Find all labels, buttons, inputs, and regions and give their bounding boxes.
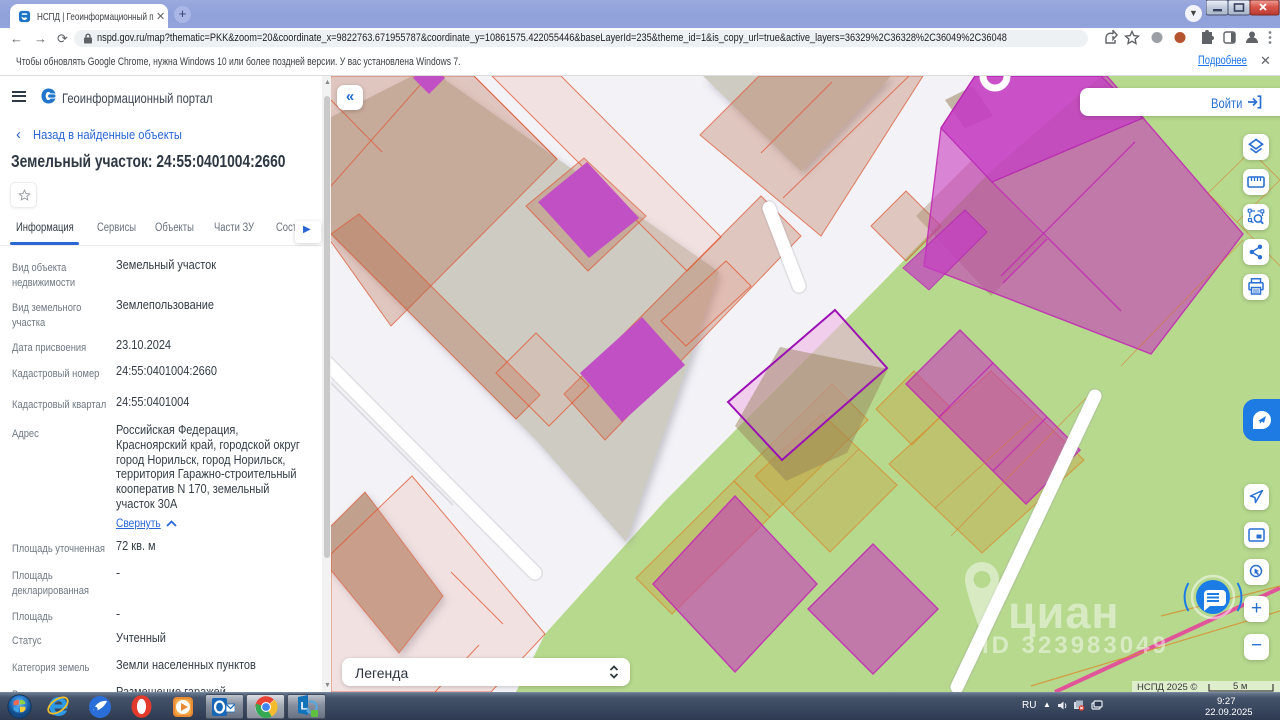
svg-text:L: L xyxy=(301,701,308,713)
svg-text:циан: циан xyxy=(1008,587,1120,638)
svg-text:ID 323983049: ID 323983049 xyxy=(982,632,1169,659)
